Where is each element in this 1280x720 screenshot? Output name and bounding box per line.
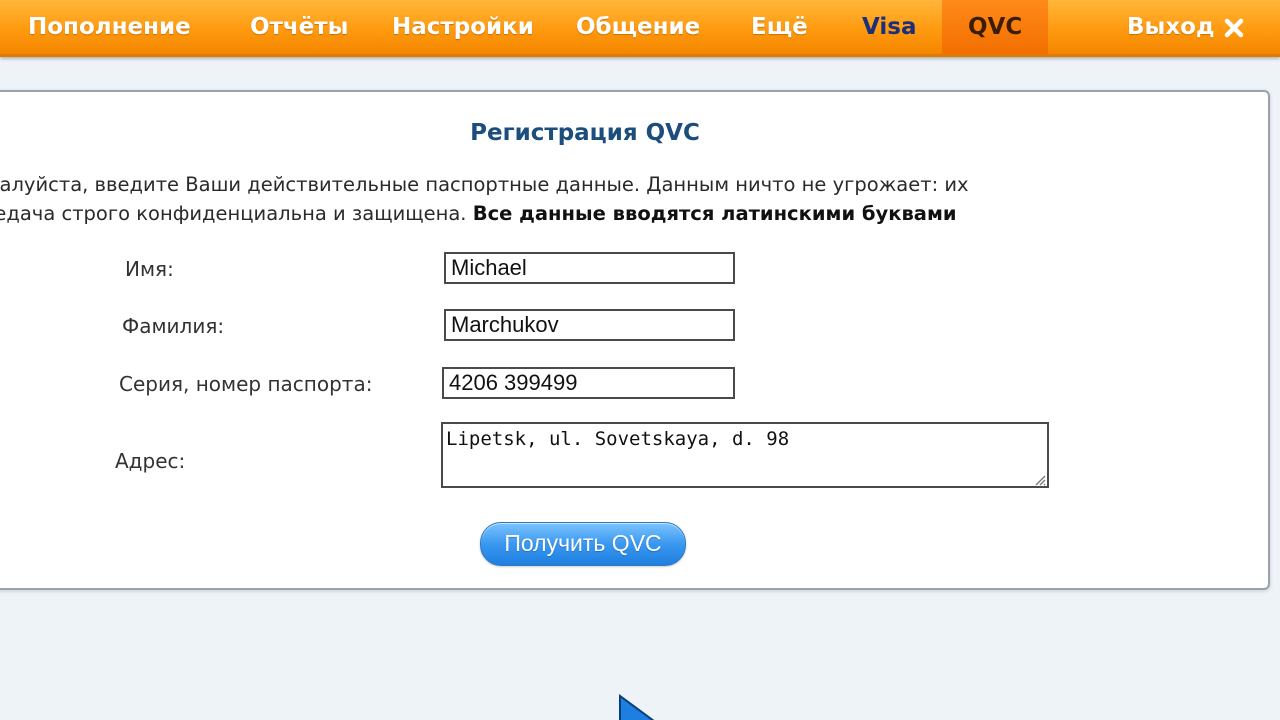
description-line-2-text: ередача строго конфиденциальна и защищен… (0, 202, 467, 225)
resize-grip-icon[interactable] (1032, 472, 1046, 486)
passport-label: Серия, номер паспорта: (119, 372, 373, 396)
page-title: Регистрация QVC (470, 120, 700, 146)
page: Пополнение Отчёты Настройки Общение Ещё … (0, 0, 1280, 720)
description-line-1: ожалуйста, введите Ваши действительные п… (0, 173, 969, 196)
registration-panel: Регистрация QVC ожалуйста, введите Ваши … (0, 90, 1270, 590)
first-name-label: Имя: (125, 257, 174, 281)
close-icon (1224, 18, 1243, 38)
nav-item-more[interactable]: Ещё (751, 0, 808, 54)
nav-item-visa[interactable]: Visa (862, 0, 917, 54)
passport-input[interactable] (442, 367, 735, 399)
nav-item-qvc[interactable]: QVC (942, 0, 1049, 54)
form-description: ожалуйста, введите Ваши действительные п… (0, 170, 1210, 228)
nav-item-settings[interactable]: Настройки (392, 0, 534, 54)
logout-label: Выход (1127, 14, 1215, 40)
address-label: Адрес: (115, 449, 186, 473)
description-latin-note: Все данные вводятся латинскими буквами (472, 202, 957, 225)
last-name-input[interactable] (444, 309, 735, 341)
logout-button[interactable]: Выход (1127, 0, 1245, 54)
last-name-label: Фамилия: (122, 314, 225, 338)
address-textarea[interactable]: Lipetsk, ul. Sovetskaya, d. 98 (441, 422, 1049, 488)
mouse-cursor-icon (619, 694, 655, 720)
nav-item-communication[interactable]: Общение (576, 0, 700, 54)
nav-item-top-up[interactable]: Пополнение (28, 0, 191, 54)
get-qvc-button[interactable]: Получить QVC (480, 522, 686, 566)
first-name-input[interactable] (444, 252, 735, 284)
description-line-2: ередача строго конфиденциальна и защищен… (0, 199, 1210, 228)
nav-item-reports[interactable]: Отчёты (250, 0, 348, 54)
top-nav: Пополнение Отчёты Настройки Общение Ещё … (0, 0, 1280, 57)
